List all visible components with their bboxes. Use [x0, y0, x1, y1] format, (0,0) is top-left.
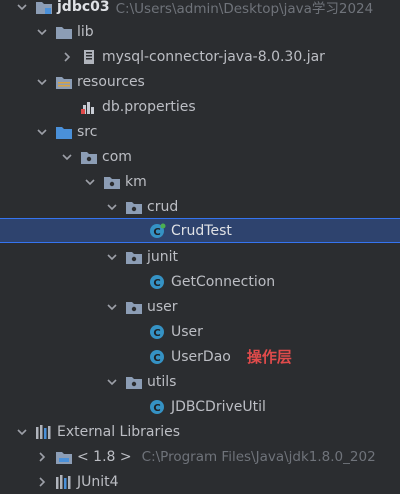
- package-icon: [104, 176, 120, 189]
- tree-row-junit4[interactable]: JUnit4: [0, 469, 400, 494]
- java-class-icon: C: [150, 274, 164, 289]
- chevron-down-icon[interactable]: [15, 425, 29, 439]
- chevron-down-icon[interactable]: [35, 75, 49, 89]
- jdk-icon: [56, 451, 72, 464]
- chevron-down-icon[interactable]: [15, 0, 29, 14]
- svg-text:C: C: [153, 328, 160, 339]
- tree-row-external-libraries[interactable]: External Libraries: [0, 419, 400, 444]
- svg-text:C: C: [153, 403, 160, 414]
- java-class-icon: C: [150, 324, 164, 339]
- svg-text:C: C: [153, 227, 160, 238]
- resources-folder-icon: [56, 76, 72, 89]
- folder-label: src: [77, 123, 98, 140]
- chevron-down-icon[interactable]: [60, 150, 74, 164]
- tree-row-jar[interactable]: mysql-connector-java-8.0.30.jar: [0, 44, 400, 69]
- class-label: UserDao: [171, 348, 231, 365]
- java-class-icon: C: [150, 349, 164, 364]
- package-label: utils: [147, 373, 177, 390]
- java-class-icon: C: [150, 223, 166, 238]
- jdk-label: < 1.8 >: [77, 448, 132, 465]
- class-label: CrudTest: [171, 222, 232, 239]
- tree-row-crud[interactable]: crud: [0, 194, 400, 219]
- properties-file-icon: [81, 101, 94, 114]
- package-label: user: [147, 298, 178, 315]
- library-icon: [56, 474, 71, 489]
- annotation-note: 操作层: [246, 348, 292, 366]
- svg-text:C: C: [153, 353, 160, 364]
- class-label: GetConnection: [171, 273, 276, 290]
- package-icon: [126, 201, 142, 214]
- tree-row-user[interactable]: user: [0, 294, 400, 319]
- library-icon: [36, 424, 51, 439]
- tree-row-km[interactable]: km: [0, 169, 400, 194]
- module-name: jdbc03: [57, 0, 110, 15]
- class-label: JDBCDriveUtil: [171, 398, 266, 415]
- java-class-icon: C: [150, 399, 164, 414]
- package-icon: [126, 301, 142, 314]
- source-folder-icon: [56, 126, 72, 139]
- package-icon: [81, 151, 97, 164]
- library-label: JUnit4: [77, 473, 119, 490]
- class-label: User: [171, 323, 203, 340]
- module-folder-icon: [36, 1, 52, 14]
- tree-row-jdbcdriveutil[interactable]: C JDBCDriveUtil: [0, 394, 400, 419]
- chevron-down-icon[interactable]: [105, 200, 119, 214]
- chevron-down-icon[interactable]: [83, 175, 97, 189]
- jar-icon: [84, 49, 94, 64]
- chevron-down-icon[interactable]: [105, 250, 119, 264]
- tree-row-resources[interactable]: resources: [0, 69, 400, 94]
- tree-row-getconnection[interactable]: C GetConnection: [0, 269, 400, 294]
- tree-row-lib[interactable]: lib: [0, 19, 400, 44]
- tree-row-module[interactable]: jdbc03 C:\Users\admin\Desktop\java学习2024: [0, 0, 400, 19]
- jar-label: mysql-connector-java-8.0.30.jar: [102, 48, 325, 65]
- chevron-right-icon[interactable]: [35, 450, 49, 464]
- tree-row-crudtest[interactable]: C CrudTest: [0, 218, 400, 243]
- package-label: junit: [147, 248, 179, 265]
- chevron-right-icon[interactable]: [35, 475, 49, 489]
- chevron-down-icon[interactable]: [105, 375, 119, 389]
- project-tree: jdbc03 C:\Users\admin\Desktop\java学习2024…: [0, 0, 400, 494]
- svg-text:C: C: [153, 278, 160, 289]
- tree-row-jdk[interactable]: < 1.8 > C:\Program Files\Java\jdk1.8.0_2…: [0, 444, 400, 469]
- chevron-down-icon[interactable]: [35, 25, 49, 39]
- chevron-down-icon[interactable]: [35, 125, 49, 139]
- tree-row-user-class[interactable]: C User: [0, 319, 400, 344]
- package-label: com: [102, 148, 132, 165]
- package-label: km: [125, 173, 147, 190]
- jdk-path: C:\Program Files\Java\jdk1.8.0_202: [141, 448, 376, 465]
- folder-icon: [56, 26, 72, 39]
- tree-row-src[interactable]: src: [0, 119, 400, 144]
- chevron-down-icon[interactable]: [105, 300, 119, 314]
- tree-row-junit[interactable]: junit: [0, 244, 400, 269]
- tree-row-db-properties[interactable]: db.properties: [0, 94, 400, 119]
- chevron-right-icon[interactable]: [60, 50, 74, 64]
- tree-row-com[interactable]: com: [0, 144, 400, 169]
- file-label: db.properties: [102, 98, 196, 115]
- tree-row-userdao[interactable]: C UserDao 操作层: [0, 344, 400, 369]
- library-label: External Libraries: [57, 423, 180, 440]
- tree-row-utils[interactable]: utils: [0, 369, 400, 394]
- package-icon: [126, 251, 142, 264]
- package-label: crud: [147, 198, 179, 215]
- module-path: C:\Users\admin\Desktop\java学习2024: [115, 0, 374, 17]
- folder-label: lib: [77, 23, 94, 40]
- package-icon: [126, 376, 142, 389]
- folder-label: resources: [77, 73, 145, 90]
